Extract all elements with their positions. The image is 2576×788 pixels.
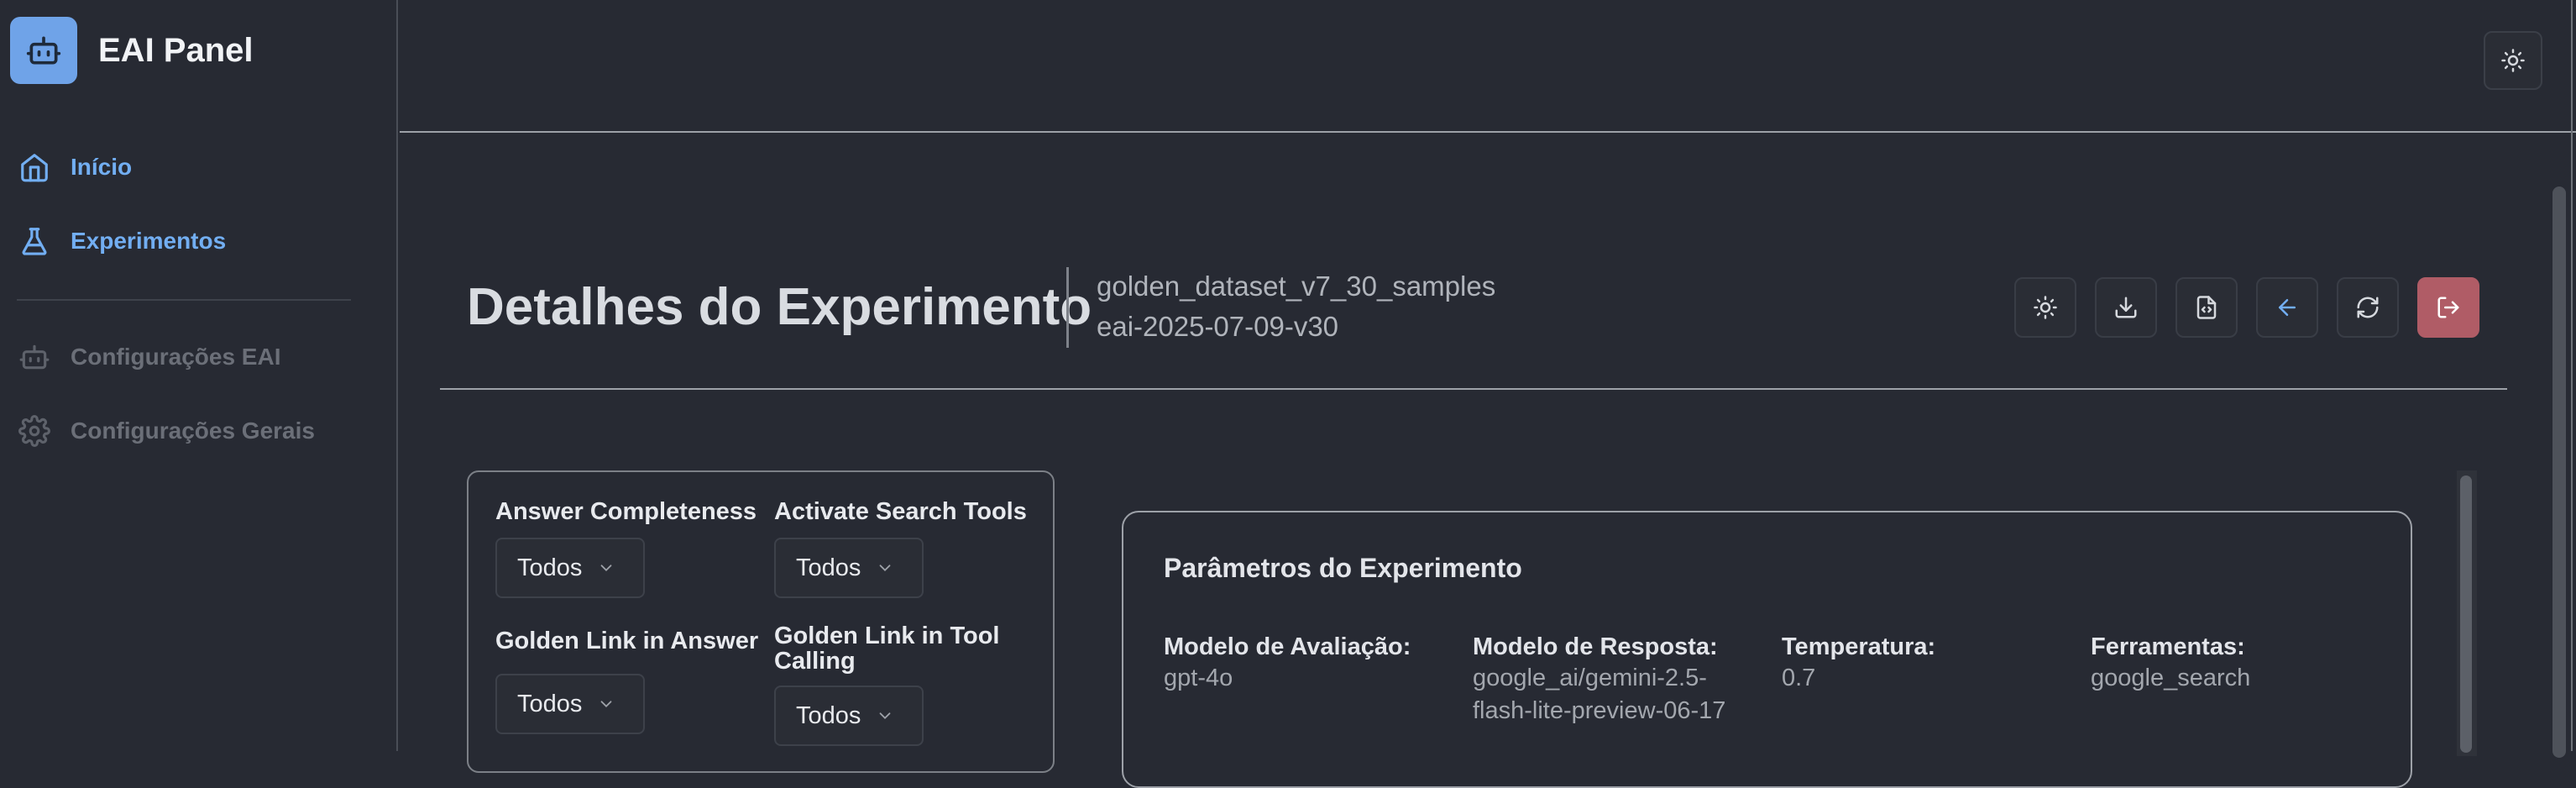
sidebar-divider bbox=[17, 299, 351, 301]
chevron-down-icon bbox=[597, 695, 615, 713]
parameter-value: google_ai/gemini-2.5-flash-lite-preview-… bbox=[1473, 665, 1726, 724]
select-value: Todos bbox=[796, 554, 861, 581]
parameter-key: Temperatura: bbox=[1782, 633, 1936, 660]
top-bar bbox=[400, 0, 2576, 133]
header-divider bbox=[440, 388, 2507, 390]
export-json-button[interactable] bbox=[2175, 277, 2238, 338]
robot-icon bbox=[17, 339, 52, 375]
parameter-key: Ferramentas: bbox=[2091, 633, 2245, 660]
parameter-tools: Ferramentas: google_search bbox=[2091, 632, 2393, 695]
sun-icon bbox=[2033, 295, 2058, 320]
download-button[interactable] bbox=[2095, 277, 2157, 338]
golden-link-in-answer-select[interactable]: Todos bbox=[495, 674, 645, 734]
select-value: Todos bbox=[517, 690, 583, 717]
filters-panel: Answer Completeness Todos Activate Searc… bbox=[467, 470, 1055, 773]
parameter-key: Modelo de Avaliação: bbox=[1164, 633, 1411, 660]
brand[interactable]: EAI Panel bbox=[10, 17, 254, 84]
window-edge bbox=[2571, 0, 2573, 751]
download-icon bbox=[2113, 295, 2139, 320]
sidebar-item-experimentos[interactable]: Experimentos bbox=[17, 221, 226, 261]
parameter-value: gpt-4o bbox=[1164, 665, 1233, 691]
refresh-icon bbox=[2355, 295, 2380, 320]
dataset-name: golden_dataset_v7_30_samples bbox=[1097, 271, 1496, 302]
arrow-left-icon bbox=[2275, 295, 2300, 320]
sidebar-item-label: Configurações Gerais bbox=[71, 418, 315, 444]
chevron-down-icon bbox=[597, 559, 615, 577]
sidebar-item-inicio[interactable]: Início bbox=[17, 147, 132, 187]
parameter-value: 0.7 bbox=[1782, 665, 1816, 691]
filter-label-golden-link-in-tool-calling: Golden Link in Tool Calling bbox=[774, 623, 1000, 675]
robot-icon bbox=[10, 17, 77, 84]
sidebar-item-label: Experimentos bbox=[71, 228, 227, 254]
parameters-title: Parâmetros do Experimento bbox=[1164, 553, 1522, 583]
sidebar: EAI Panel Início Experimentos Configuraç… bbox=[0, 0, 398, 751]
filter-label-answer-completeness: Answer Completeness bbox=[495, 498, 757, 525]
content-scrollbar-thumb[interactable] bbox=[2460, 475, 2472, 753]
sidebar-item-label: Configurações EAI bbox=[71, 344, 281, 370]
refresh-button[interactable] bbox=[2337, 277, 2399, 338]
experiment-parameters-card: Parâmetros do Experimento Modelo de Aval… bbox=[1122, 511, 2412, 788]
select-value: Todos bbox=[796, 701, 861, 729]
gear-icon bbox=[17, 413, 52, 449]
filter-label-golden-link-in-answer: Golden Link in Answer bbox=[495, 628, 759, 654]
app-title: EAI Panel bbox=[98, 31, 254, 69]
parameter-temperature: Temperatura: 0.7 bbox=[1782, 632, 2084, 695]
logout-button[interactable] bbox=[2417, 277, 2479, 338]
sidebar-item-label: Início bbox=[71, 154, 133, 180]
golden-link-in-tool-calling-select[interactable]: Todos bbox=[774, 686, 924, 746]
sidebar-item-configuracoes-gerais[interactable]: Configurações Gerais bbox=[17, 411, 315, 451]
chevron-down-icon bbox=[876, 707, 894, 725]
filter-label-activate-search-tools: Activate Search Tools bbox=[774, 498, 1027, 525]
home-icon bbox=[17, 150, 52, 185]
logout-icon bbox=[2436, 295, 2461, 320]
sidebar-item-configuracoes-eai[interactable]: Configurações EAI bbox=[17, 337, 280, 377]
theme-toggle-button[interactable] bbox=[2484, 31, 2542, 90]
parameter-value: google_search bbox=[2091, 665, 2251, 691]
sun-icon bbox=[2500, 48, 2526, 73]
flask-icon bbox=[17, 223, 52, 259]
back-button[interactable] bbox=[2256, 277, 2318, 338]
page-title: Detalhes do Experimento bbox=[467, 278, 1092, 336]
page-scrollbar-thumb[interactable] bbox=[2552, 186, 2566, 758]
title-divider bbox=[1066, 267, 1069, 348]
code-file-icon bbox=[2194, 295, 2219, 320]
parameter-evaluation-model: Modelo de Avaliação: gpt-4o bbox=[1164, 632, 1466, 695]
select-value: Todos bbox=[517, 554, 583, 581]
experiment-name: eai-2025-07-09-v30 bbox=[1097, 311, 1339, 342]
theme-button[interactable] bbox=[2014, 277, 2076, 338]
parameter-response-model: Modelo de Resposta: google_ai/gemini-2.5… bbox=[1473, 632, 1750, 728]
parameter-key: Modelo de Resposta: bbox=[1473, 633, 1718, 660]
chevron-down-icon bbox=[876, 559, 894, 577]
activate-search-tools-select[interactable]: Todos bbox=[774, 538, 924, 598]
answer-completeness-select[interactable]: Todos bbox=[495, 538, 645, 598]
